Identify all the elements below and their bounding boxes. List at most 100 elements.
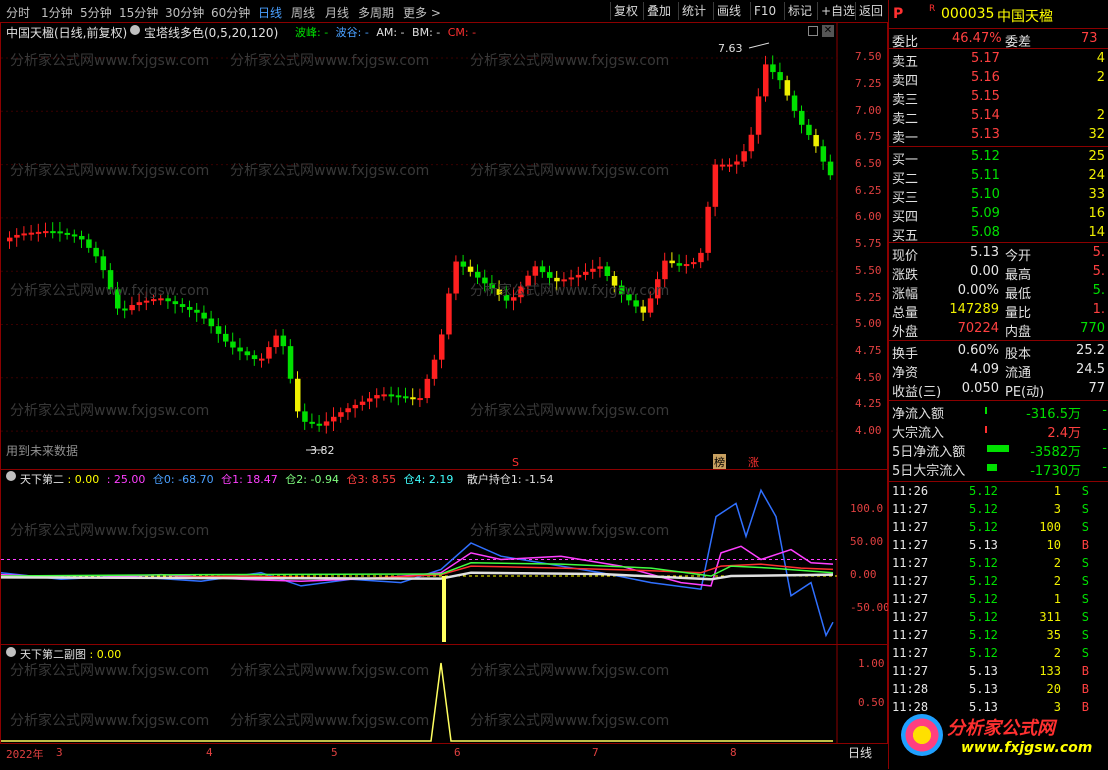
sub2-canvas: [1, 645, 838, 743]
sub1-toggle-icon[interactable]: [6, 471, 16, 481]
candle-body: [683, 264, 690, 267]
quote-label-2: 量比: [1005, 306, 1032, 321]
main-kline-chart[interactable]: [0, 22, 888, 470]
sub-indicator-chart-2[interactable]: [0, 644, 888, 744]
tick-volume: 133: [1039, 664, 1061, 678]
tick-volume: 3: [1053, 502, 1061, 516]
sub2-toggle-icon[interactable]: [6, 647, 16, 657]
candle-body: [273, 335, 279, 348]
period-tab-timeshare[interactable]: 分时: [6, 4, 30, 21]
period-tab-daily[interactable]: 日线: [258, 4, 282, 21]
rank-badge: 榜: [713, 454, 726, 470]
candle-body: [496, 289, 503, 295]
tick-price: 5.12: [969, 520, 998, 534]
tick-row[interactable]: 11:28 5.13 20 B: [889, 681, 1108, 699]
tick-row[interactable]: 11:27 5.12 35 S: [889, 627, 1108, 645]
candle-body: [460, 261, 467, 267]
draw-button[interactable]: 画线: [713, 2, 744, 20]
chart-settings-icon[interactable]: [808, 26, 818, 36]
period-tab-30min[interactable]: 30分钟: [165, 4, 204, 21]
bid-row: 买二 5.11 24: [889, 167, 1108, 187]
adjust-button[interactable]: 复权: [610, 2, 641, 20]
candle-body: [662, 260, 668, 280]
sub-indicator-chart-1[interactable]: [0, 469, 888, 645]
candle-body: [374, 395, 380, 399]
period-tab-1min[interactable]: 1分钟: [41, 4, 73, 21]
indicator-toggle-icon[interactable]: [130, 25, 140, 35]
candle-body: [799, 110, 805, 125]
tick-row[interactable]: 11:27 5.12 100 S: [889, 519, 1108, 537]
fund-value: 0.050: [961, 381, 999, 396]
tick-price: 5.12: [969, 556, 998, 570]
y-tick: 7.50: [855, 50, 882, 63]
period-indicator[interactable]: 日线: [848, 744, 872, 761]
stats-button[interactable]: 统计: [678, 2, 709, 20]
candle-body: [287, 346, 294, 379]
ask-price: 5.17: [971, 51, 1000, 66]
bid-row: 买三 5.10 33: [889, 186, 1108, 206]
tick-row[interactable]: 11:27 5.12 2 S: [889, 555, 1108, 573]
candle-body: [367, 398, 373, 402]
tick-price: 5.12: [969, 646, 998, 660]
tick-row[interactable]: 11:27 5.13 133 B: [889, 663, 1108, 681]
sub2-title: 天下第二副图: [20, 648, 86, 661]
sub1-y-tick: 50.00: [850, 535, 884, 548]
tick-row[interactable]: 11:27 5.12 3 S: [889, 501, 1108, 519]
candle-body: [619, 285, 625, 295]
period-tab-15min[interactable]: 15分钟: [119, 4, 158, 21]
candle-body: [741, 151, 747, 162]
add-watchlist-button[interactable]: +自选: [817, 2, 858, 20]
period-tab-multi[interactable]: 多周期: [358, 4, 394, 21]
period-tab-5min[interactable]: 5分钟: [80, 4, 112, 21]
flow-row: 大宗流入 2.4万 -: [889, 421, 1108, 441]
quote-label: 涨跌: [892, 268, 919, 283]
x-month-label: 4: [206, 746, 213, 759]
period-tab-monthly[interactable]: 月线: [325, 4, 349, 21]
overlay-button[interactable]: 叠加: [643, 2, 674, 20]
candle-body: [295, 378, 301, 412]
diff-value: 73: [1081, 31, 1098, 46]
bid-volume: 16: [1088, 206, 1105, 221]
tick-row[interactable]: 11:27 5.13 10 B: [889, 537, 1108, 555]
close-icon[interactable]: ✕: [822, 25, 834, 37]
sub1-y-tick: -50.00: [850, 601, 890, 614]
candle-body: [597, 266, 603, 269]
candle-body: [640, 306, 647, 313]
stock-code: 000035: [941, 6, 995, 22]
candle-body: [122, 308, 128, 311]
indicator-name[interactable]: 宝塔线多色(0,5,20,120): [144, 24, 278, 41]
tick-row[interactable]: 11:27 5.12 2 S: [889, 573, 1108, 591]
y-tick: 4.00: [855, 424, 882, 437]
ask-row: 卖五 5.17 4: [889, 50, 1108, 70]
back-button[interactable]: 返回: [855, 2, 886, 20]
flow-bar: [985, 426, 987, 433]
candle-body: [712, 164, 719, 207]
period-tab-60min[interactable]: 60分钟: [211, 4, 250, 21]
tick-row[interactable]: 11:27 5.12 1 S: [889, 591, 1108, 609]
f10-button[interactable]: F10: [750, 2, 779, 20]
quote-label: 涨幅: [892, 287, 919, 302]
bid-price: 5.12: [971, 149, 1000, 164]
tick-row[interactable]: 11:27 5.12 2 S: [889, 645, 1108, 663]
quote-value-2: 5.: [1092, 245, 1105, 260]
candle-body: [698, 252, 704, 263]
flow-tail: -: [1102, 441, 1107, 456]
max-price-pointer: [748, 42, 770, 49]
candle-body: [201, 312, 207, 319]
divider: [889, 28, 1108, 29]
candle-body: [208, 318, 215, 327]
period-tab-more[interactable]: 更多 >: [403, 4, 441, 21]
bid-price: 5.10: [971, 187, 1000, 202]
tick-row[interactable]: 11:27 5.12 311 S: [889, 609, 1108, 627]
tick-price: 5.13: [969, 538, 998, 552]
tick-row[interactable]: 11:26 5.12 1 S: [889, 483, 1108, 501]
mark-button[interactable]: 标记: [784, 2, 815, 20]
flow-row: 净流入额 -316.5万 -: [889, 402, 1108, 422]
sub1-y-tick: 0.00: [850, 568, 877, 581]
quote-label: 现价: [892, 249, 919, 264]
divider: [889, 48, 1108, 49]
x-month-label: 8: [730, 746, 737, 759]
period-tab-weekly[interactable]: 周线: [291, 4, 315, 21]
stock-name: 中国天楹: [997, 9, 1053, 25]
candle-body: [115, 289, 121, 309]
